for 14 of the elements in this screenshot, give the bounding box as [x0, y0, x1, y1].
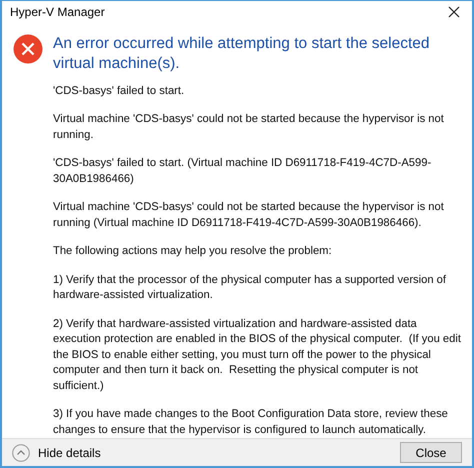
message-paragraph: 'CDS-basys' failed to start. (Virtual machine ID D6911718-F419-4C7D-A599-30A0B1986466)	[53, 156, 432, 187]
close-icon[interactable]	[448, 6, 460, 18]
hide-details-button[interactable]: Hide details	[12, 444, 101, 462]
close-button[interactable]: Close	[400, 442, 462, 464]
error-icon	[13, 34, 43, 64]
message-paragraph: Virtual machine 'CDS-basys' could not be started because the hypervisor is not running (Virtual machine ID D6911718-F419-4C7D-A599-30A0B1986466).	[53, 200, 445, 231]
message-paragraph: The following actions may help you resolve the problem:	[53, 244, 333, 260]
message-paragraph: 1) Verify that the processor of the physical computer has a supported version of hardware-assisted virtualization.	[53, 272, 448, 304]
message-paragraph: Virtual machine 'CDS-basys' could not be started because the hypervisor is not running.	[53, 112, 445, 143]
window-title: Hyper-V Manager	[10, 4, 105, 21]
error-heading: An error occurred while attempting to start the selected virtual machine(s).	[53, 34, 430, 74]
message-paragraph: 'CDS-basys' failed to start.	[53, 84, 186, 99]
message-paragraph: 2) Verify that hardware-assisted virtualization and hardware-assisted data execution protection are enabled in the BIOS of the physical computer. (If you edit the BIOS to enable either setting, you must turn off the power to the physical computer and then turn it back on. Resetting the physical computer is not sufficient.)	[53, 316, 462, 394]
message-paragraph: 3) If you have made changes to the Boot Configuration Data store, review these changes to ensure that the hypervisor is configured to launch automatically.	[53, 407, 449, 438]
